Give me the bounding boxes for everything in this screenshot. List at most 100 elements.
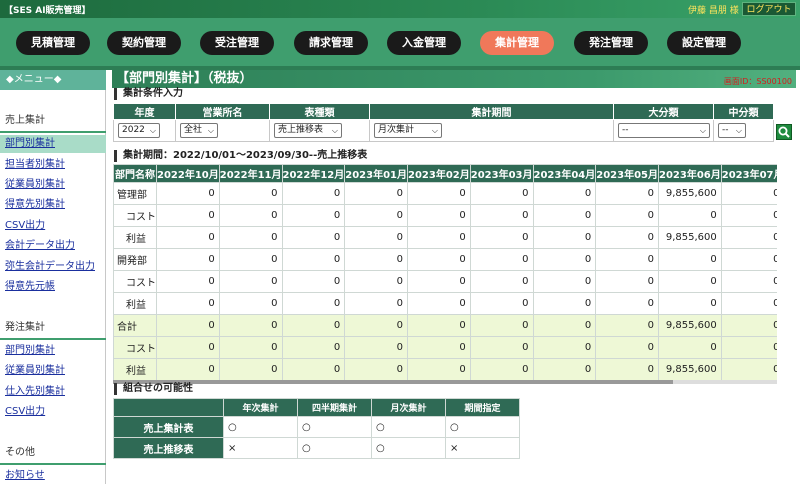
sidebar-item-rep-sales[interactable]: 担当者別集計 xyxy=(0,156,106,174)
table-row: 利益 0 0 0 0 0 0 0 0 9,855,600 0 xyxy=(113,226,777,249)
table-cell: 0 xyxy=(156,270,220,293)
cond-cell-report-type: 売上推移表 ⌵ xyxy=(269,119,370,142)
table-cell: 0 xyxy=(720,358,777,380)
user-name: 伊藤 昌朋 様 xyxy=(688,6,739,16)
sidebar-menu-header: ◆メニュー◆ xyxy=(0,70,106,90)
table-cell: 0 xyxy=(218,270,283,293)
table-cell: 0 xyxy=(218,292,283,315)
table-cell: 0 xyxy=(658,292,722,315)
sidebar-section-other: その他 xyxy=(5,447,35,458)
period-select[interactable]: 月次集計 ⌵ xyxy=(374,123,442,138)
combo-header-period: 期間指定 xyxy=(445,398,520,417)
sidebar: ◆メニュー◆ 売上集計 部門別集計 担当者別集計 従業員別集計 得意先別集計 C… xyxy=(0,70,106,484)
minor-category-select[interactable]: -- ⌵ xyxy=(718,123,746,138)
table-cell: 0 xyxy=(218,314,283,337)
search-button[interactable] xyxy=(776,124,792,140)
chevron-down-icon: ⌵ xyxy=(331,126,338,135)
table-cell: 0 xyxy=(595,182,659,205)
sidebar-item-yayoi-export[interactable]: 弥生会計データ出力 xyxy=(0,258,106,276)
table-cell: 0 xyxy=(218,204,283,227)
table-cell: 0 xyxy=(344,226,408,249)
combo-header-monthly: 月次集計 xyxy=(371,398,446,417)
table-row: 開発部 0 0 0 0 0 0 0 0 0 0 xyxy=(113,248,777,271)
sidebar-item-dept-sales[interactable]: 部門別集計 xyxy=(0,135,106,153)
table-cell: 0 xyxy=(344,182,408,205)
col-header-month: 2023年01月 xyxy=(344,164,408,183)
table-cell: 0 xyxy=(156,336,220,359)
nav-billing[interactable]: 請求管理 xyxy=(294,31,368,55)
conditions-table: 年度 営業所名 表種類 集計期間 大分類 中分類 2022 ⌵ 全社 ⌵ 売上推移表… xyxy=(113,103,774,142)
table-cell: 0 xyxy=(532,226,597,249)
sidebar-section-order: 発注集計 xyxy=(5,322,45,333)
sidebar-item-notices[interactable]: お知らせ xyxy=(0,467,106,484)
table-cell: 0 xyxy=(720,182,777,205)
combo-cell: ○ xyxy=(297,437,372,459)
row-label: コスト xyxy=(113,204,157,227)
logout-button[interactable]: ログアウト xyxy=(742,2,796,16)
office-select[interactable]: 全社 ⌵ xyxy=(180,123,218,138)
table-cell: 0 xyxy=(720,336,777,359)
page-title-bar: 【部門別集計】（税抜） 画面ID：SS00100 xyxy=(112,70,796,88)
horizontal-scrollbar[interactable] xyxy=(113,380,777,384)
sidebar-item-csv-order[interactable]: CSV出力 xyxy=(0,403,106,421)
nav-purchase[interactable]: 発注管理 xyxy=(574,31,648,55)
table-cell: 0 xyxy=(532,204,597,227)
major-category-select[interactable]: -- ⌵ xyxy=(618,123,710,138)
cond-cell-major: -- ⌵ xyxy=(613,119,714,142)
nav-order[interactable]: 受注管理 xyxy=(200,31,274,55)
nav-estimate[interactable]: 見積管理 xyxy=(16,31,90,55)
table-cell: 0 xyxy=(218,226,283,249)
scrollbar-thumb[interactable] xyxy=(113,380,673,384)
table-cell: 0 xyxy=(407,358,471,380)
sidebar-item-employee-order[interactable]: 従業員別集計 xyxy=(0,362,106,380)
col-header-month: 2022年11月 xyxy=(218,164,283,183)
minor-category-value: -- xyxy=(722,125,729,135)
results-body: 管理部 0 0 0 0 0 0 0 0 9,855,600 0 コスト 0 0 0 0 0 0 0 0 0 0 利益 0 0 0 0… xyxy=(113,182,777,380)
sidebar-item-customer-sales[interactable]: 得意先別集計 xyxy=(0,196,106,214)
table-cell: 0 xyxy=(720,292,777,315)
results-table: 部門名称 2022年10月 2022年11月 2022年12月 2023年01月 202… xyxy=(113,164,777,380)
table-cell: 0 xyxy=(532,248,597,271)
col-header-month: 2023年04月 xyxy=(532,164,597,183)
table-cell: 0 xyxy=(344,358,408,380)
col-header-dept: 部門名称 xyxy=(113,164,157,183)
year-select[interactable]: 2022 ⌵ xyxy=(118,123,160,138)
sidebar-item-employee-sales[interactable]: 従業員別集計 xyxy=(0,176,106,194)
sidebar-item-dept-order[interactable]: 部門別集計 xyxy=(0,342,106,360)
table-cell: 0 xyxy=(532,292,597,315)
sidebar-divider xyxy=(0,338,106,340)
sidebar-item-accounting-export[interactable]: 会計データ出力 xyxy=(0,237,106,255)
combo-cell: × xyxy=(223,437,298,459)
nav-aggregate[interactable]: 集計管理 xyxy=(480,31,554,55)
combo-row-header: 売上推移表 xyxy=(113,437,224,459)
col-header-month: 2023年06月 xyxy=(658,164,722,183)
table-row: 利益 0 0 0 0 0 0 0 0 9,855,600 0 xyxy=(113,358,777,380)
sidebar-item-csv-sales[interactable]: CSV出力 xyxy=(0,217,106,235)
table-cell: 0 xyxy=(469,226,534,249)
row-label: 管理部 xyxy=(113,182,157,205)
table-row: コスト 0 0 0 0 0 0 0 0 0 0 xyxy=(113,336,777,359)
table-cell: 0 xyxy=(281,204,346,227)
table-cell: 0 xyxy=(595,270,659,293)
table-cell: 0 xyxy=(344,248,408,271)
sidebar-item-customer-ledger[interactable]: 得意先元帳 xyxy=(0,278,106,296)
row-label: 開発部 xyxy=(113,248,157,271)
table-row: 利益 0 0 0 0 0 0 0 0 0 0 xyxy=(113,292,777,315)
row-label: コスト xyxy=(113,336,157,359)
table-cell: 0 xyxy=(469,270,534,293)
cond-cell-minor: -- ⌵ xyxy=(713,119,774,142)
table-cell: 0 xyxy=(532,336,597,359)
results-scroll-area[interactable]: 部門名称 2022年10月 2022年11月 2022年12月 2023年01月 202… xyxy=(113,164,777,380)
table-cell: 0 xyxy=(595,204,659,227)
table-cell: 0 xyxy=(344,314,408,337)
nav-contract[interactable]: 契約管理 xyxy=(107,31,181,55)
report-type-select[interactable]: 売上推移表 ⌵ xyxy=(274,123,342,138)
col-header-month: 2023年03月 xyxy=(469,164,534,183)
nav-payment[interactable]: 入金管理 xyxy=(387,31,461,55)
table-cell: 0 xyxy=(595,226,659,249)
report-type-select-value: 売上推移表 xyxy=(278,125,324,135)
nav-settings[interactable]: 設定管理 xyxy=(667,31,741,55)
table-cell: 0 xyxy=(720,226,777,249)
cond-header-major: 大分類 xyxy=(613,103,714,120)
sidebar-item-supplier-order[interactable]: 仕入先別集計 xyxy=(0,383,106,401)
